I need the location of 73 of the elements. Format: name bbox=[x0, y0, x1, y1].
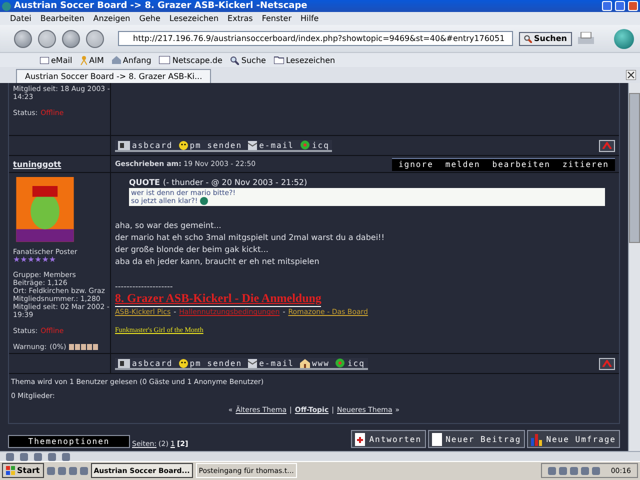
quote-source: (- thunder - @ 20 Nov 2003 - 21:52) bbox=[163, 178, 308, 187]
menu-item[interactable]: Datei bbox=[10, 14, 32, 23]
app-icon bbox=[2, 2, 11, 10]
reload-button[interactable] bbox=[62, 30, 80, 48]
scroll-top-button[interactable] bbox=[599, 140, 615, 152]
address-field[interactable]: http://217.196.76.9/austriansoccerboard/index.php?showtopic=9469&st=40&#entry176051 bbox=[118, 31, 513, 46]
folder-icon bbox=[274, 56, 284, 64]
status-bar-icon[interactable] bbox=[20, 452, 28, 460]
browser-tab[interactable]: Austrian Soccer Board -> 8. Grazer ASB-Ki... bbox=[16, 69, 212, 83]
windows-logo-icon bbox=[6, 466, 15, 475]
forward-button[interactable] bbox=[38, 30, 56, 48]
contact-link[interactable]: asbcard bbox=[115, 140, 176, 150]
house-icon bbox=[300, 358, 310, 368]
bookmark-link[interactable]: Netscape.de bbox=[159, 56, 222, 64]
menu-item[interactable]: Anzeigen bbox=[93, 14, 130, 23]
menu-item[interactable]: Extras bbox=[228, 14, 253, 23]
bookmark-link[interactable]: Lesezeichen bbox=[274, 56, 336, 64]
contact-link[interactable]: icq bbox=[296, 140, 332, 150]
action-button[interactable]: Neuer Beitrag bbox=[428, 430, 526, 448]
bookmark-link[interactable]: AIM bbox=[80, 56, 104, 64]
maximize-button[interactable] bbox=[615, 1, 625, 11]
action-button[interactable]: Antworten bbox=[351, 430, 426, 448]
rank-stars: ★★★★★★ bbox=[13, 256, 58, 264]
start-button[interactable]: Start bbox=[2, 463, 44, 478]
status-bar-icon[interactable] bbox=[6, 452, 14, 460]
topic-options-button[interactable]: Themenoptionen bbox=[8, 435, 130, 448]
bookmark-link[interactable]: Suche bbox=[230, 56, 266, 64]
card-icon bbox=[118, 358, 130, 368]
post-text: aba da eh jeder kann, braucht er eh net mitspielen bbox=[115, 256, 320, 268]
stop-button[interactable] bbox=[86, 30, 104, 48]
status-bar-icon[interactable] bbox=[34, 452, 42, 460]
action-button[interactable]: Neue Umfrage bbox=[527, 430, 620, 448]
document-plus-icon bbox=[355, 432, 366, 446]
avatar-drawing bbox=[13, 177, 77, 242]
contact-link[interactable]: e-mail bbox=[245, 358, 297, 368]
status-bar-icon[interactable] bbox=[48, 452, 56, 460]
window-title: Austrian Soccer Board -> 8. Grazer ASB-Kickerl -Netscape bbox=[14, 1, 308, 11]
contact-link[interactable]: icq bbox=[332, 358, 368, 368]
menu-item[interactable]: Fenster bbox=[262, 14, 292, 23]
menu-item[interactable]: Hilfe bbox=[300, 14, 319, 23]
house-icon bbox=[112, 56, 121, 64]
post-text: der große blonde der beim gak kickt... bbox=[115, 244, 270, 256]
close-tab-icon bbox=[626, 70, 636, 80]
contact-link[interactable]: www bbox=[296, 358, 332, 368]
status-bar-icon[interactable] bbox=[62, 452, 70, 460]
document-icon bbox=[432, 432, 442, 446]
quote-label: QUOTE bbox=[129, 178, 160, 187]
contact-link[interactable]: pm senden bbox=[176, 358, 246, 368]
bookmark-link[interactable]: Anfang bbox=[112, 56, 152, 64]
bookmark-link[interactable]: eMail bbox=[40, 56, 72, 64]
search-icon bbox=[524, 34, 532, 42]
contact-link[interactable]: e-mail bbox=[245, 140, 297, 150]
menu-item[interactable]: Bearbeiten bbox=[40, 14, 84, 23]
menu-item[interactable]: Lesezeichen bbox=[169, 14, 219, 23]
contact-link[interactable]: asbcard bbox=[115, 358, 176, 368]
contact-link[interactable]: pm senden bbox=[176, 140, 246, 150]
minimize-button[interactable] bbox=[602, 1, 612, 11]
menu-item[interactable]: Gehe bbox=[139, 14, 160, 23]
bar-chart-icon bbox=[531, 432, 542, 446]
post-text: aha, so war des gemeint... bbox=[115, 220, 222, 232]
scroll-top-button[interactable] bbox=[599, 358, 615, 370]
close-button[interactable] bbox=[628, 1, 638, 11]
search-icon bbox=[230, 56, 240, 64]
warning-meter bbox=[69, 344, 98, 350]
author-link[interactable]: tuninggott bbox=[13, 160, 106, 168]
search-button[interactable]: Suchen bbox=[518, 32, 572, 46]
running-figure-icon bbox=[80, 56, 88, 64]
back-button[interactable] bbox=[14, 30, 32, 48]
logo-icon bbox=[614, 28, 634, 48]
printer-icon bbox=[578, 32, 594, 46]
card-icon bbox=[118, 140, 130, 150]
post-text: der mario hat eh scho 3mal mitgspielt und 2mal warst du a dabei!! bbox=[115, 232, 386, 244]
signature-rule: -------------------- bbox=[115, 282, 174, 291]
